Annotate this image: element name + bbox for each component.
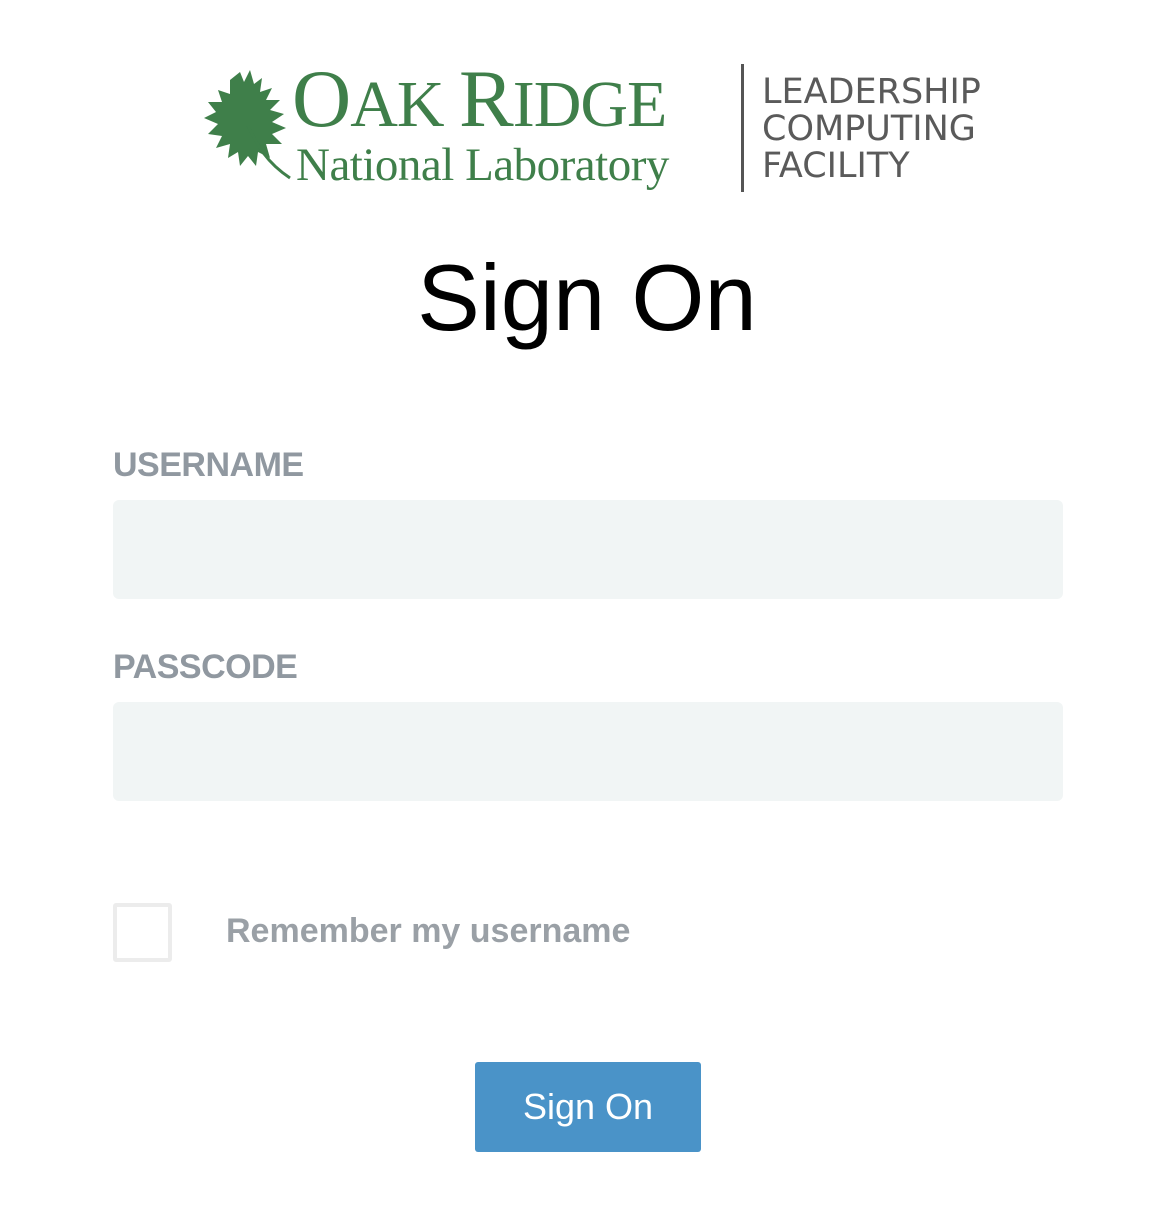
remember-username-checkbox[interactable] <box>113 903 172 962</box>
facility-name: LEADERSHIP COMPUTING FACILITY <box>762 74 981 185</box>
facility-line2: COMPUTING <box>762 109 976 149</box>
org-name-line1: OAK RIDGE <box>292 53 667 144</box>
page-title: Sign On <box>417 245 757 350</box>
remember-username-label[interactable]: Remember my username <box>226 912 630 951</box>
oak-leaf-icon <box>204 70 291 180</box>
username-input[interactable] <box>113 500 1063 599</box>
org-name-line2: National Laboratory <box>296 139 669 191</box>
facility-line1: LEADERSHIP <box>762 72 981 112</box>
logo-divider <box>741 64 744 192</box>
passcode-label: PASSCODE <box>113 648 298 686</box>
passcode-input[interactable] <box>113 702 1063 801</box>
facility-line3: FACILITY <box>762 146 910 186</box>
sign-on-button[interactable]: Sign On <box>475 1062 701 1152</box>
ornl-olcf-logo: OAK RIDGE National Laboratory LEADERSHIP… <box>200 58 981 194</box>
username-label: USERNAME <box>113 446 304 484</box>
